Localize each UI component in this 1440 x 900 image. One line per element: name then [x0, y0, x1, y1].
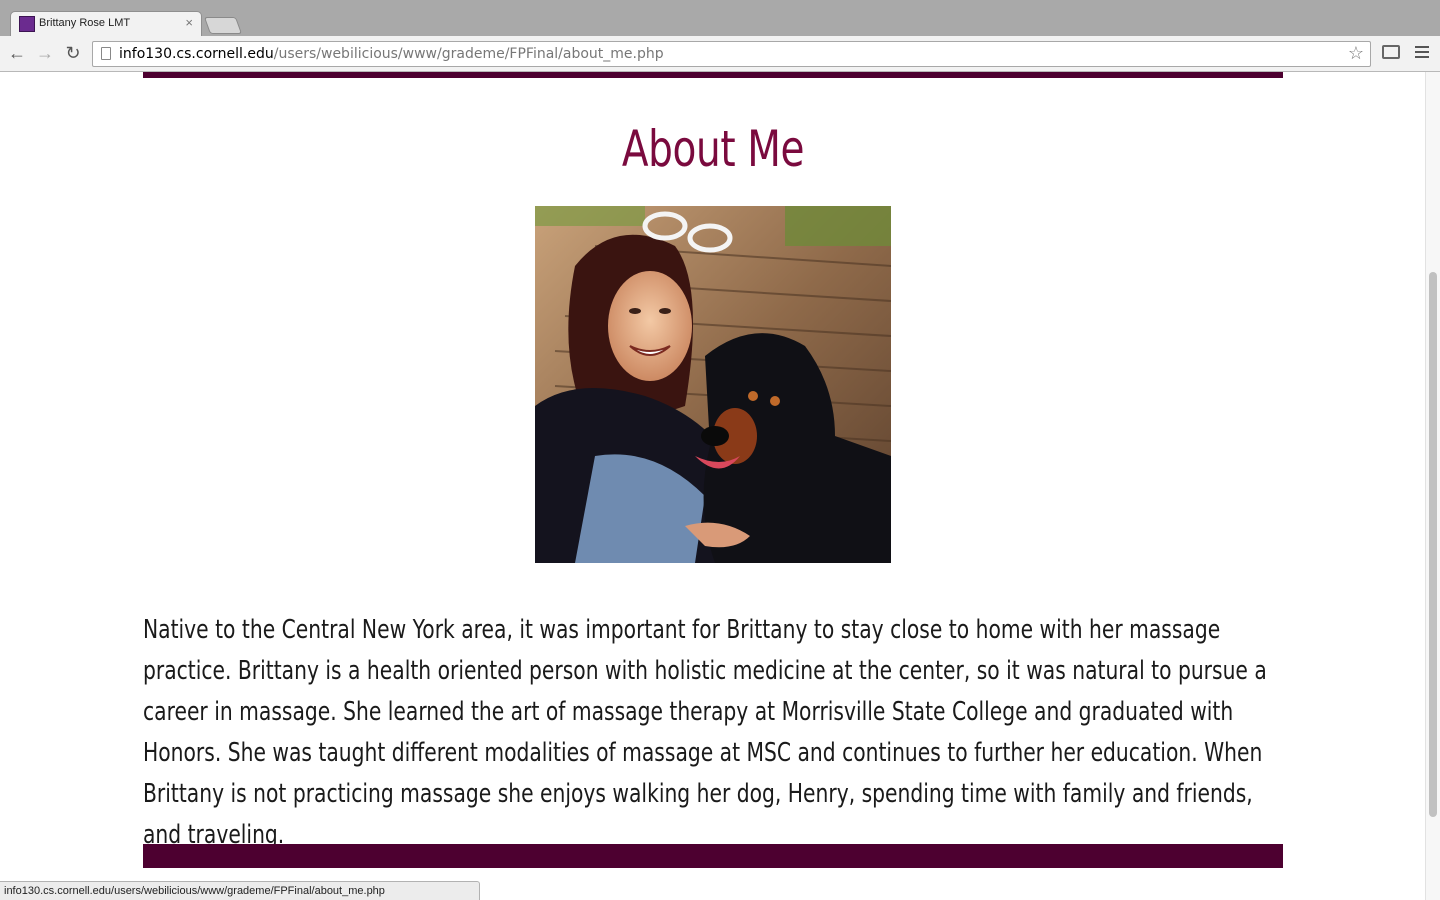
vertical-scrollbar[interactable]	[1425, 72, 1440, 900]
page-icon	[101, 47, 111, 60]
favicon-icon	[19, 16, 35, 32]
url-text[interactable]: info130.cs.cornell.edu/users/webilicious…	[119, 46, 664, 62]
address-bar[interactable]: info130.cs.cornell.edu/users/webilicious…	[92, 41, 1371, 67]
footer-divider-bar	[143, 844, 1283, 868]
scrollbar-thumb[interactable]	[1429, 272, 1437, 817]
cast-icon[interactable]	[1382, 45, 1400, 59]
profile-photo	[535, 206, 891, 563]
menu-icon[interactable]	[1415, 46, 1429, 60]
browser-toolbar: ← → ↻ info130.cs.cornell.edu/users/webil…	[0, 36, 1440, 72]
new-tab-button[interactable]	[203, 17, 243, 34]
tab-title: Brittany Rose LMT	[39, 17, 131, 29]
page-title: About Me	[621, 120, 805, 178]
status-bar-url: info130.cs.cornell.edu/users/webilicious…	[0, 881, 480, 900]
forward-arrow-icon[interactable]: →	[34, 42, 56, 64]
header-divider-bar	[143, 72, 1283, 78]
tab-close-icon[interactable]: ×	[185, 15, 193, 31]
back-arrow-icon[interactable]: ←	[6, 42, 28, 64]
url-path: /users/webilicious/www/grademe/FPFinal/a…	[273, 46, 664, 62]
bio-paragraph: Native to the Central New York area, it …	[143, 615, 1267, 850]
tab-strip: Brittany Rose LMT ×	[0, 0, 1440, 36]
star-icon[interactable]: ☆	[1348, 43, 1364, 64]
page-viewport: About Me Native to the Central New York …	[0, 72, 1425, 900]
reload-icon[interactable]: ↻	[62, 42, 84, 64]
browser-tab[interactable]: Brittany Rose LMT ×	[10, 11, 202, 36]
url-host: info130.cs.cornell.edu	[119, 46, 274, 62]
